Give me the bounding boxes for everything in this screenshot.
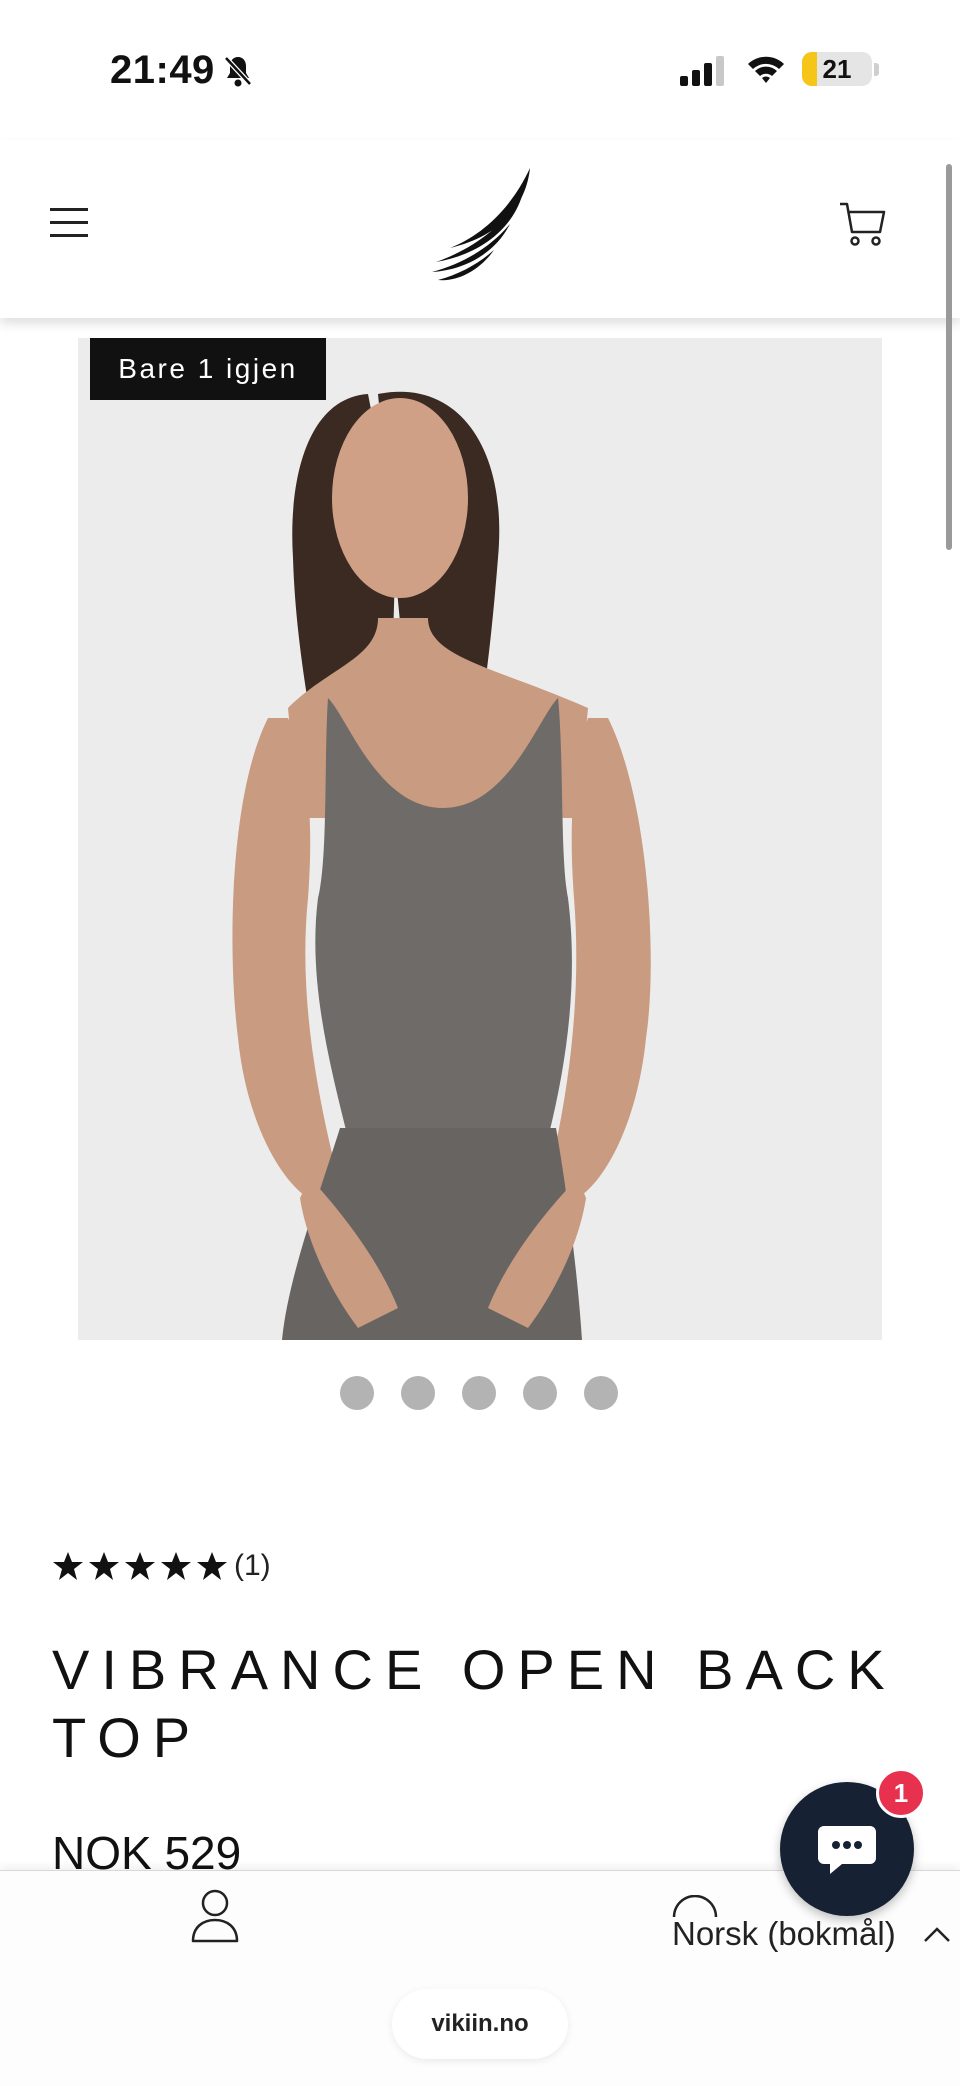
rating-count: (1) <box>234 1549 271 1582</box>
pagination-dot[interactable] <box>523 1376 557 1410</box>
pagination-dot[interactable] <box>401 1376 435 1410</box>
menu-icon[interactable] <box>50 208 88 238</box>
chat-unread-badge: 1 <box>876 1768 926 1818</box>
pagination-dot[interactable] <box>584 1376 618 1410</box>
account-icon[interactable] <box>190 1887 240 1943</box>
star-icon <box>53 1552 83 1580</box>
battery-nub <box>874 63 879 76</box>
chat-bubble-icon <box>818 1826 876 1874</box>
cart-icon[interactable] <box>838 200 886 248</box>
star-icon <box>161 1552 191 1580</box>
pagination-dot[interactable] <box>462 1376 496 1410</box>
product-title: VIBRANCE OPEN BACK TOP <box>52 1638 897 1769</box>
wifi-icon <box>748 56 784 83</box>
status-bar: 21:49 21 <box>0 0 960 140</box>
star-icon <box>89 1552 119 1580</box>
star-icon <box>125 1552 155 1580</box>
page-scrollbar[interactable] <box>946 164 952 550</box>
site-header <box>0 140 960 318</box>
address-bar[interactable]: vikiin.no <box>392 1989 568 2059</box>
product-photo <box>78 338 882 1340</box>
signal-icon <box>680 56 724 86</box>
star-icon <box>197 1552 227 1580</box>
image-pagination <box>340 1376 618 1410</box>
chevron-up-icon[interactable] <box>922 1923 952 1945</box>
product-image[interactable] <box>78 338 882 1340</box>
product-rating[interactable]: (1) <box>52 1548 271 1584</box>
logo-wing-icon[interactable] <box>430 166 540 284</box>
battery-level: 21 <box>822 54 852 84</box>
pagination-dot[interactable] <box>340 1376 374 1410</box>
status-time: 21:49 <box>110 48 215 92</box>
battery-icon: 21 <box>802 52 872 86</box>
bell-slash-icon <box>224 56 252 87</box>
language-selector[interactable]: Norsk (bokmål) <box>672 1915 896 1953</box>
stock-badge: Bare 1 igjen <box>90 338 326 400</box>
